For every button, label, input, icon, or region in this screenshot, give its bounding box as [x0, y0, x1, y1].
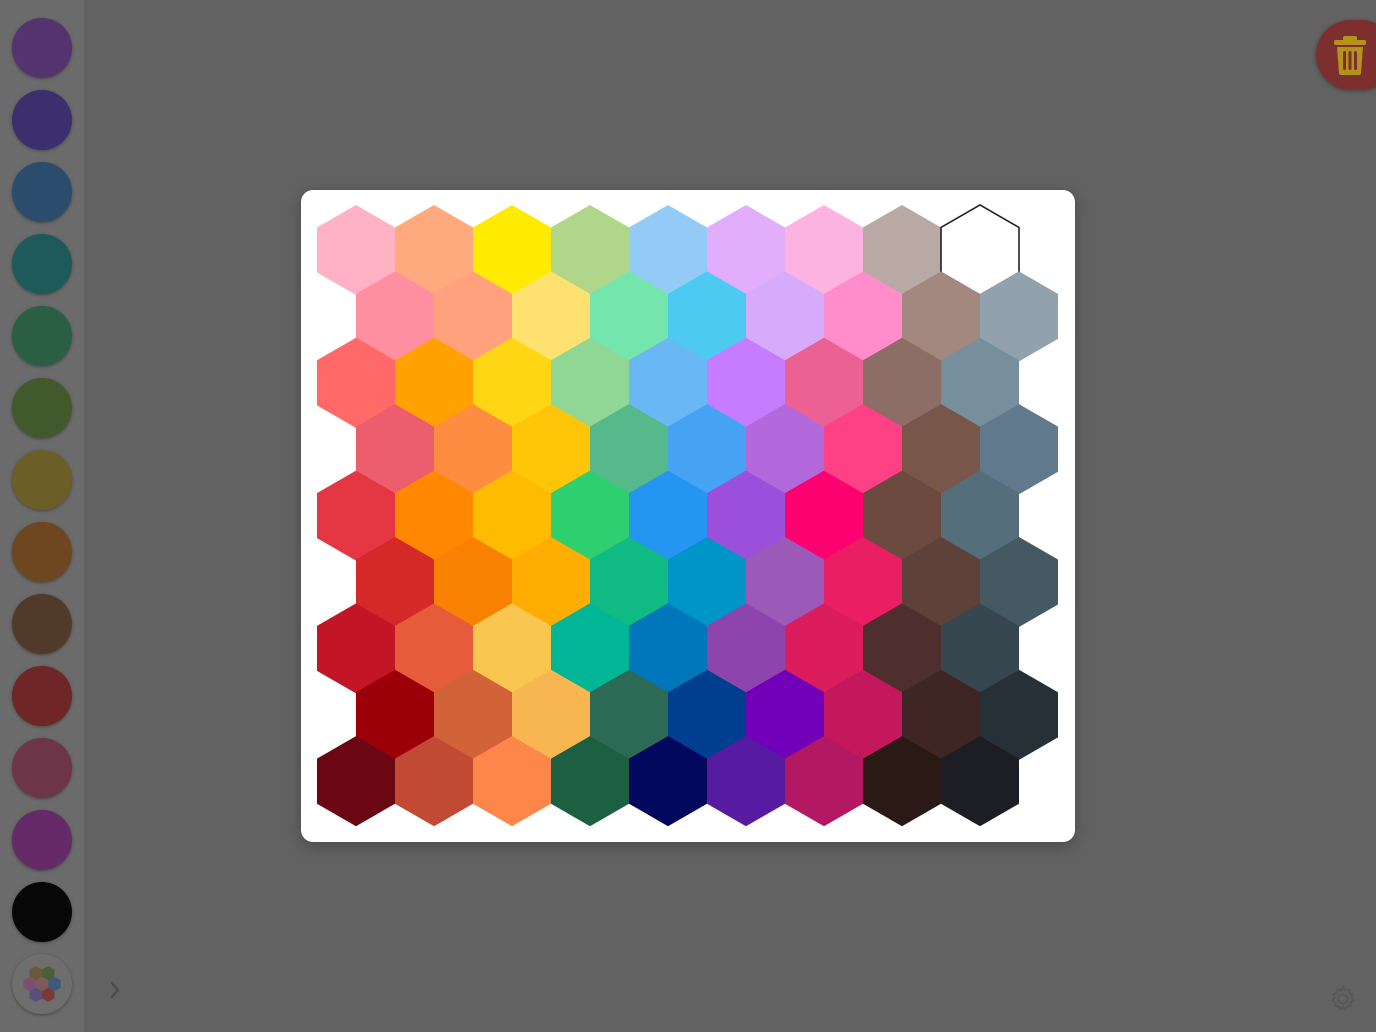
swatch-rose[interactable] [12, 738, 72, 798]
trash-icon [1334, 36, 1366, 75]
swatch-olive-green[interactable] [12, 378, 72, 438]
swatch-blue[interactable] [12, 162, 72, 222]
swatch-orange[interactable] [12, 522, 72, 582]
swatch-brown[interactable] [12, 594, 72, 654]
sidebar [0, 0, 84, 1032]
swatch-indigo[interactable] [12, 90, 72, 150]
swatch-magenta[interactable] [12, 810, 72, 870]
color-palette-hex-icon [23, 966, 61, 1002]
color-picker-dialog [301, 190, 1075, 842]
delete-button[interactable] [1316, 20, 1376, 90]
swatch-red[interactable] [12, 666, 72, 726]
swatch-green[interactable] [12, 306, 72, 366]
color-palette-button[interactable] [12, 954, 72, 1014]
swatch-black[interactable] [12, 882, 72, 942]
swatch-purple[interactable] [12, 18, 72, 78]
swatch-teal[interactable] [12, 234, 72, 294]
hex-color-grid [317, 204, 1058, 827]
gear-icon[interactable] [1328, 984, 1358, 1014]
swatch-yellow[interactable] [12, 450, 72, 510]
chevron-right-icon[interactable] [104, 976, 128, 1004]
